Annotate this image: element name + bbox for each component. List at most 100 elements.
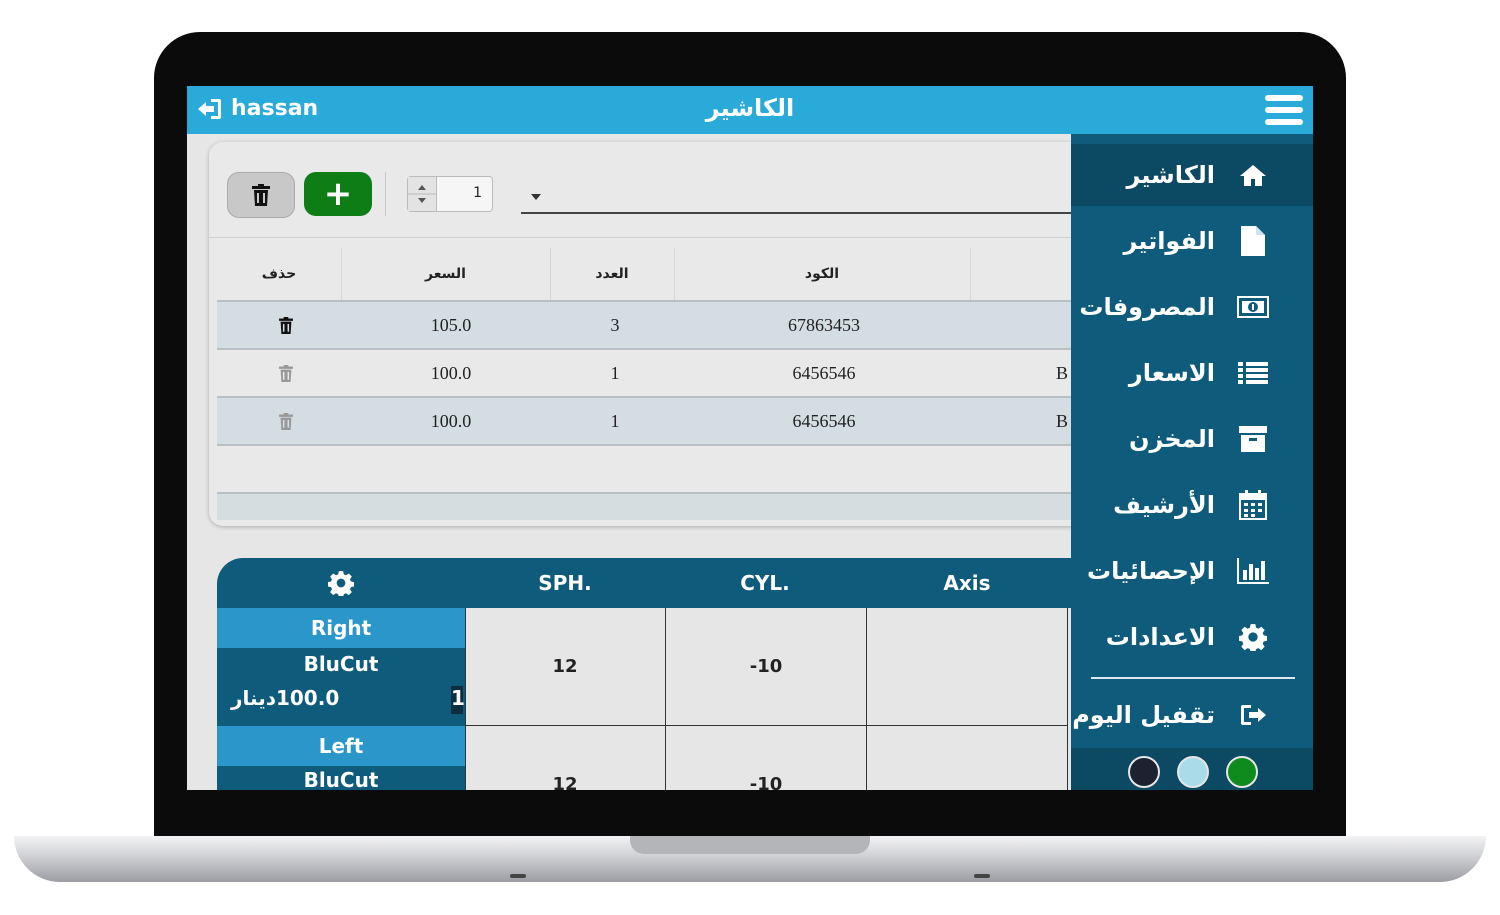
close-day-label: تقفيل اليوم — [1072, 701, 1215, 729]
col-header-cyl: CYL. — [740, 571, 790, 595]
list-icon — [1233, 353, 1273, 393]
theme-dark-swatch[interactable] — [1128, 756, 1160, 788]
sidebar-item-statistics[interactable]: الإحصائيات — [1071, 540, 1313, 602]
cell-price: 100.0 — [430, 410, 472, 431]
toolbar-divider — [385, 172, 386, 216]
right-cyl-cell[interactable]: -10 — [666, 608, 867, 726]
delete-all-button[interactable] — [227, 172, 295, 218]
hamburger-icon-bar — [1265, 107, 1303, 113]
bar-chart-icon — [1233, 551, 1273, 591]
left-sph-cell[interactable]: 12 — [465, 726, 666, 790]
row-delete-button[interactable] — [217, 350, 355, 396]
prescription-grid: 12 -10 12 -10 — [465, 608, 1087, 790]
laptop-notch — [630, 836, 870, 854]
quantity-value: 1 — [473, 185, 482, 201]
stepper-buttons[interactable] — [408, 177, 437, 211]
sidebar-item-invoices[interactable]: الفواتير — [1071, 210, 1313, 272]
sidebar-item-prices[interactable]: الاسعار — [1071, 342, 1313, 404]
file-icon — [1233, 221, 1273, 261]
table-row[interactable]: 100.0 1 6456546 B — [217, 398, 1097, 446]
left-cyl-cell[interactable]: -10 — [666, 726, 867, 790]
cell-price: 100.0 — [430, 362, 472, 383]
right-sph-cell[interactable]: 12 — [465, 608, 666, 726]
col-header-code: الكود — [674, 248, 971, 300]
money-icon — [1233, 287, 1273, 327]
col-header-price: السعر — [341, 248, 551, 300]
cell-count: 1 — [610, 362, 620, 383]
laptop-foot — [974, 874, 990, 878]
sidebar-item-expenses[interactable]: المصروفات — [1071, 276, 1313, 338]
top-bar: الكاشير hassan — [187, 86, 1313, 134]
add-item-button[interactable]: + — [304, 172, 372, 216]
cell-code: 6456546 — [792, 362, 856, 383]
sidebar-item-archive[interactable]: الأرشيف — [1071, 474, 1313, 536]
chevron-up-down-icon — [408, 185, 436, 203]
table-row[interactable]: 100.0 1 6456546 B — [217, 350, 1097, 398]
right-eye-label: Right — [217, 608, 465, 648]
theme-green-swatch[interactable] — [1226, 756, 1258, 788]
username: hassan — [231, 96, 319, 121]
col-header-delete: حذف — [217, 248, 342, 300]
sidebar-divider — [1091, 677, 1295, 679]
page-title: الكاشير — [705, 94, 795, 122]
table-row[interactable]: 105.0 3 67863453 — [217, 302, 1097, 350]
table-row-empty — [217, 494, 1097, 520]
trash-icon — [279, 412, 293, 430]
grid-line — [465, 608, 466, 790]
row-delete-button[interactable] — [217, 398, 355, 444]
right-lens-info: BluCut دينار 100.0 1 — [217, 650, 465, 724]
trash-icon — [279, 364, 293, 382]
col-header-sph: SPH. — [538, 571, 592, 595]
quantity-stepper[interactable]: 1 — [407, 176, 493, 212]
sidebar-item-label: المصروفات — [1079, 293, 1215, 321]
gear-icon — [1233, 617, 1273, 657]
sidebar-item-cashier[interactable]: الكاشير — [1071, 144, 1313, 206]
cell-count: 3 — [610, 314, 620, 335]
menu-toggle-button[interactable] — [1265, 95, 1303, 125]
sidebar: الكاشير الفواتير المصروفات الاسعار المخز… — [1071, 134, 1313, 790]
product-select[interactable] — [521, 186, 1081, 214]
dropdown-arrow-icon — [531, 194, 541, 200]
sidebar-item-label: الأرشيف — [1113, 491, 1215, 519]
sidebar-item-label: المخزن — [1128, 425, 1215, 453]
sidebar-item-store[interactable]: المخزن — [1071, 408, 1313, 470]
sign-out-icon — [1233, 695, 1273, 735]
right-lens-qty: 1 — [451, 686, 465, 714]
logout-user-button[interactable]: hassan — [197, 96, 318, 121]
hamburger-icon-bar — [1265, 119, 1303, 125]
sidebar-item-label: الفواتير — [1123, 227, 1215, 255]
currency: دينار — [231, 686, 276, 710]
col-header-axis: Axis — [943, 571, 991, 595]
items-table: حذف السعر العدد الكود 105.0 3 67863453 1… — [217, 248, 1097, 520]
cell-code: 6456546 — [792, 410, 856, 431]
prescription-panel: SPH. CYL. Axis Right BluCut دينار 100.0 1… — [217, 558, 1087, 790]
calendar-icon — [1233, 485, 1273, 525]
gear-icon — [328, 571, 354, 596]
close-day-button[interactable]: تقفيل اليوم — [1071, 684, 1313, 746]
price-value: 100.0 — [275, 686, 340, 710]
panel-divider — [209, 237, 1109, 238]
left-lens-name: BluCut — [303, 768, 379, 790]
left-eye-label: Left — [217, 726, 465, 766]
left-lens-info: BluCut — [217, 768, 465, 790]
hamburger-icon — [1265, 95, 1303, 101]
left-axis-cell[interactable] — [867, 726, 1068, 790]
cell-code: 67863453 — [788, 314, 860, 335]
sidebar-item-label: الإحصائيات — [1087, 557, 1215, 585]
theme-selector — [1071, 748, 1313, 790]
plus-icon: + — [323, 174, 353, 214]
row-delete-button[interactable] — [217, 302, 355, 348]
sign-out-icon — [198, 98, 221, 119]
prescription-settings-button[interactable] — [217, 558, 465, 608]
theme-light-swatch[interactable] — [1177, 756, 1209, 788]
archive-box-icon — [1233, 419, 1273, 459]
right-lens-name: BluCut — [303, 652, 379, 676]
sidebar-item-settings[interactable]: الاعدادات — [1071, 606, 1313, 668]
right-lens-price: دينار 100.0 — [231, 686, 339, 710]
app-screen: الكاشير hassan + 1 حذف السعر العدد الكود… — [187, 86, 1313, 790]
sidebar-item-label: الاعدادات — [1105, 623, 1215, 651]
trash-icon — [252, 184, 270, 206]
table-row-empty — [217, 446, 1097, 494]
home-icon — [1233, 155, 1273, 195]
right-axis-cell[interactable] — [867, 608, 1068, 726]
